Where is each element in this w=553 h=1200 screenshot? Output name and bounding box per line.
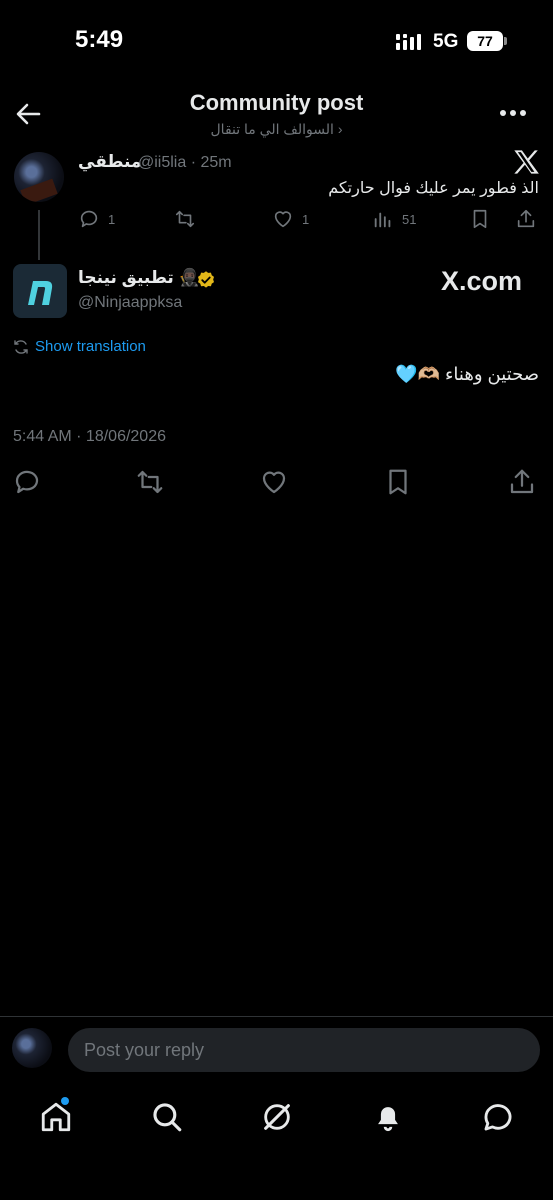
notification-dot <box>61 1097 69 1105</box>
like-count: 1 <box>302 211 310 227</box>
repost-icon <box>175 210 195 228</box>
verified-badge-icon <box>198 271 214 288</box>
grok-icon[interactable] <box>260 1100 294 1134</box>
community-link[interactable]: السوالف الي ما تنقال › <box>0 121 553 138</box>
xcom-watermark: X.com <box>441 266 523 296</box>
show-translation-label: Show translation <box>35 338 146 355</box>
quoted-reply-button[interactable]: 1 <box>78 206 115 232</box>
share-button-icon[interactable] <box>507 467 537 497</box>
search-icon[interactable] <box>150 1100 184 1134</box>
views-icon <box>374 212 391 228</box>
quoted-post-text: الذ فطور يمر عليك فوال حارتكم <box>328 180 539 197</box>
page-title: Community post <box>189 90 364 115</box>
status-time: 5:49 <box>75 26 124 53</box>
bookmark-icon <box>473 209 487 229</box>
ninja-logo-icon <box>28 281 53 305</box>
quoted-share-button[interactable] <box>515 206 537 232</box>
like-button-icon[interactable] <box>259 467 289 497</box>
quoted-views-button[interactable]: 51 <box>372 206 416 232</box>
translate-icon <box>14 339 28 354</box>
post-text: صحتين وهناء 🫶🏼🩵 <box>395 364 539 384</box>
thread-line <box>38 210 40 260</box>
reply-icon <box>80 210 98 228</box>
reply-divider <box>0 1016 553 1017</box>
signal-icon <box>396 34 421 50</box>
battery-indicator: 77 <box>467 31 503 51</box>
quoted-repost-button[interactable] <box>174 206 196 232</box>
ninja-app-avatar[interactable] <box>13 264 67 318</box>
reply-count: 1 <box>108 211 116 227</box>
show-translation-link[interactable]: Show translation <box>13 338 146 355</box>
more-options-icon[interactable] <box>498 104 528 122</box>
messages-icon[interactable] <box>481 1100 515 1134</box>
battery-tip <box>504 37 507 45</box>
reply-button-icon[interactable] <box>12 467 42 497</box>
quoted-author-handle: @ii5lia · 25m <box>138 154 232 171</box>
views-count: 51 <box>402 211 417 227</box>
author-handle: @Ninjaappksa <box>78 294 183 311</box>
share-icon <box>517 209 535 228</box>
post-timestamp: 5:44 AM · 18/06/2026 <box>13 428 166 445</box>
x-logo-icon <box>514 150 539 174</box>
bookmark-button-icon[interactable] <box>383 467 413 497</box>
quoted-avatar[interactable] <box>14 152 64 202</box>
quoted-bookmark-button[interactable] <box>469 206 491 232</box>
home-icon[interactable] <box>39 1100 73 1134</box>
quoted-like-button[interactable]: 1 <box>272 206 309 232</box>
bell-icon[interactable] <box>371 1100 405 1134</box>
reply-input[interactable] <box>68 1028 540 1072</box>
quoted-author-name[interactable]: منطقي <box>78 152 141 172</box>
user-avatar[interactable] <box>12 1028 52 1068</box>
heart-icon <box>274 211 292 228</box>
repost-button-icon[interactable] <box>135 467 165 497</box>
network-type: 5G <box>433 31 459 52</box>
author-name[interactable]: تطبيق نينجا 🥷🏿 <box>78 268 200 288</box>
